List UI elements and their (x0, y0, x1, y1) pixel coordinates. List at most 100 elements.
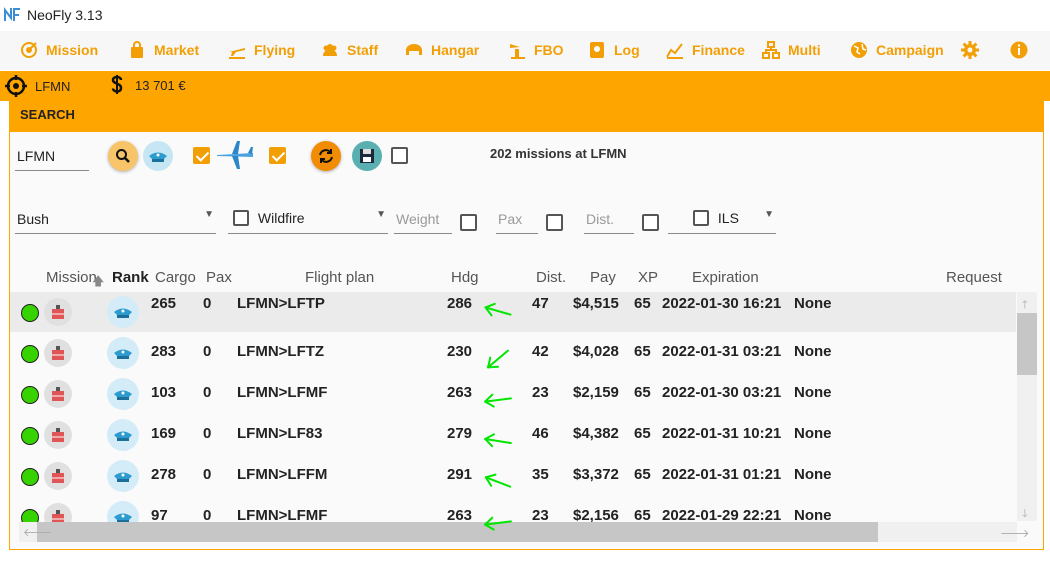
ils-checkbox[interactable] (693, 210, 709, 227)
wildfire-select[interactable]: Wildfire ▼ (228, 205, 388, 234)
cell-request: None (794, 466, 832, 483)
nav-flying-label: Flying (254, 42, 296, 58)
status-dot (21, 427, 39, 445)
settings-gear-icon[interactable] (960, 40, 980, 60)
nav-fbo-label: FBO (534, 42, 564, 58)
dist-checkbox[interactable] (642, 214, 659, 231)
vertical-scroll-thumb[interactable] (1017, 313, 1037, 375)
tower-icon (510, 44, 525, 59)
nav-multi-label: Multi (788, 42, 821, 58)
ils-label: ILS (717, 210, 739, 227)
cell-hdg: 286 (447, 295, 473, 312)
status-dot (21, 345, 39, 363)
scroll-down-icon[interactable]: 🡓 (1022, 505, 1028, 524)
dist-input[interactable]: Dist. (584, 207, 634, 234)
cell-flight-plan: LFMN>LFTZ (237, 343, 325, 360)
pax-checkbox[interactable] (546, 214, 563, 231)
cell-expiration: 2022-01-31 01:21 (662, 466, 782, 483)
col-header-xp[interactable]: XP (638, 269, 658, 286)
col-header-dist[interactable]: Dist. (536, 269, 566, 286)
cell-dist: 23 (532, 384, 549, 401)
nav-log-label: Log (614, 42, 640, 58)
scroll-left-icon[interactable]: 🡐 (23, 525, 53, 539)
pax-placeholder: Pax (498, 211, 523, 227)
airport-input-value: LFMN (17, 148, 56, 164)
nav-flying[interactable]: Flying (228, 39, 295, 61)
cell-request: None (794, 343, 832, 360)
nav-mission[interactable]: Mission (20, 39, 98, 61)
dollar-icon (111, 75, 123, 94)
cargo-badge (44, 298, 72, 326)
cell-dist: 42 (532, 343, 549, 360)
rank-filter-checkbox[interactable] (193, 147, 210, 164)
cell-xp: 65 (634, 425, 651, 442)
status-dot (21, 468, 39, 486)
col-header-rank[interactable]: Rank (112, 269, 149, 286)
main-nav: Mission Market Flying Staff Hangar FBO L… (0, 31, 1050, 70)
info-icon[interactable] (1009, 40, 1029, 60)
sort-up-arrow-icon: 🡅 (92, 274, 105, 288)
pax-input[interactable]: Pax (496, 207, 538, 234)
scroll-right-icon[interactable]: 🡒 (1000, 526, 1030, 540)
col-header-pay[interactable]: Pay (590, 269, 616, 286)
target-icon (21, 42, 37, 58)
cell-dist: 46 (532, 425, 549, 442)
cell-hdg: 263 (447, 384, 473, 401)
rank-badge (107, 460, 139, 492)
nav-market-label: Market (154, 42, 200, 58)
horizontal-scroll-thumb[interactable] (37, 522, 878, 542)
nav-market[interactable]: Market (128, 39, 199, 61)
airport-input[interactable]: LFMN (15, 145, 89, 171)
cell-cargo: 278 (151, 466, 177, 483)
col-header-expiration[interactable]: Expiration (692, 269, 759, 286)
nav-log[interactable]: Log (588, 39, 640, 61)
col-header-hdg[interactable]: Hdg (451, 269, 479, 286)
aircraft-filter-icon[interactable] (215, 139, 255, 171)
mission-type-select[interactable]: Bush ▼ (15, 207, 216, 234)
heading-arrow-icon (484, 473, 512, 488)
search-button[interactable] (108, 141, 138, 171)
col-header-flight-plan[interactable]: Flight plan (305, 269, 374, 286)
cell-expiration: 2022-01-31 10:21 (662, 425, 782, 442)
chevron-down-icon: ▼ (204, 209, 214, 220)
bag-icon (131, 41, 143, 58)
refresh-button[interactable] (311, 141, 341, 171)
cell-pay: $2,159 (573, 384, 619, 401)
weight-checkbox[interactable] (460, 214, 477, 231)
cell-hdg: 291 (447, 466, 473, 483)
nav-finance[interactable]: Finance (666, 39, 745, 61)
nav-fbo[interactable]: FBO (508, 39, 564, 61)
weight-placeholder: Weight (396, 211, 440, 227)
rank-filter-button[interactable] (143, 141, 173, 171)
nav-multi[interactable]: Multi (762, 39, 821, 61)
col-header-pax[interactable]: Pax (206, 269, 232, 286)
ils-select[interactable]: ILS ▼ (668, 205, 776, 234)
nav-finance-label: Finance (692, 42, 745, 58)
rank-badge (107, 378, 139, 410)
cell-flight-plan: LFMN>LF83 (237, 425, 323, 442)
heading-arrow-icon (484, 302, 512, 317)
cell-xp: 65 (634, 384, 651, 401)
nav-mission-label: Mission (46, 42, 99, 58)
chevron-down-icon: ▼ (376, 209, 386, 220)
wildfire-checkbox[interactable] (233, 210, 249, 227)
scroll-up-icon[interactable]: 🡑 (1022, 296, 1028, 315)
pilot-rank-icon (114, 472, 132, 482)
save-filter-button[interactable] (352, 141, 382, 171)
col-header-mission[interactable]: Mission (46, 269, 97, 286)
cargo-badge (44, 380, 72, 408)
col-header-request[interactable]: Request (946, 269, 1002, 286)
nav-staff[interactable]: Staff (321, 39, 378, 61)
hangar-icon (406, 44, 422, 55)
search-panel-header: SEARCH (10, 101, 1043, 132)
col-header-cargo[interactable]: Cargo (155, 269, 196, 286)
cell-expiration: 2022-01-30 03:21 (662, 384, 782, 401)
cell-dist: 47 (532, 295, 549, 312)
save-filter-checkbox[interactable] (391, 147, 408, 164)
aircraft-filter-checkbox[interactable] (269, 147, 286, 164)
nav-campaign[interactable]: Campaign (850, 39, 944, 61)
log-icon (590, 42, 604, 58)
weight-input[interactable]: Weight (394, 207, 452, 234)
chevron-down-icon: ▼ (764, 209, 774, 220)
nav-hangar[interactable]: Hangar (405, 39, 479, 61)
